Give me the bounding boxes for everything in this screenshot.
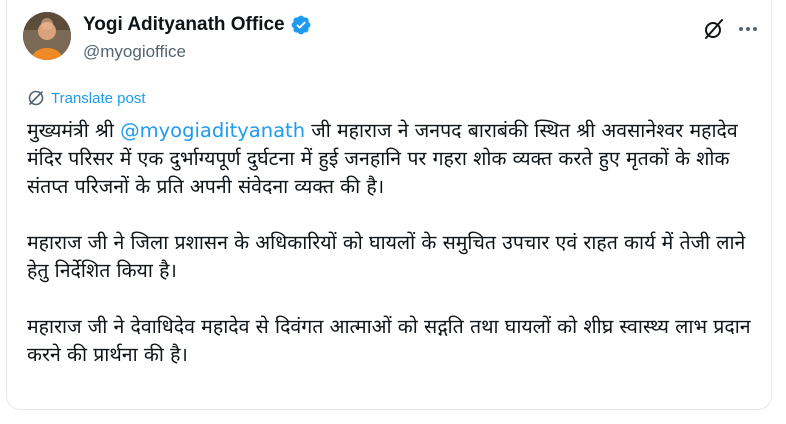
author-handle[interactable]: @myogioffice <box>83 42 186 62</box>
author-avatar[interactable] <box>23 12 71 60</box>
more-dots-icon[interactable] <box>735 16 761 42</box>
translate-post-link[interactable]: Translate post <box>27 89 146 107</box>
tweet-paragraph-2: महाराज जी ने जिला प्रशासन के अधिकारियों … <box>27 231 746 282</box>
grok-slash-icon[interactable] <box>701 16 727 42</box>
mention-link[interactable]: @myogiadityanath <box>120 119 305 142</box>
tweet-p1-text-before: मुख्यमंत्री श्री <box>27 119 121 142</box>
translate-post-label[interactable]: Translate post <box>51 90 146 107</box>
author-display-name[interactable]: Yogi Adityanath Office <box>83 14 285 36</box>
tweet-paragraph-1: मुख्यमंत्री श्री @myogiadityanath जी महा… <box>27 117 763 201</box>
author-name-row[interactable]: Yogi Adityanath Office <box>83 14 312 36</box>
tweet-card: Yogi Adityanath Office @myogioffice Tran… <box>6 0 772 410</box>
verified-badge-icon <box>290 14 312 36</box>
globe-translate-icon <box>28 90 44 106</box>
tweet-text: मुख्यमंत्री श्री @myogiadityanath जी महा… <box>27 117 763 369</box>
avatar-image <box>23 12 71 60</box>
tweet-paragraph-3: महाराज जी ने देवाधिदेव महादेव से दिवंगत … <box>27 315 751 366</box>
